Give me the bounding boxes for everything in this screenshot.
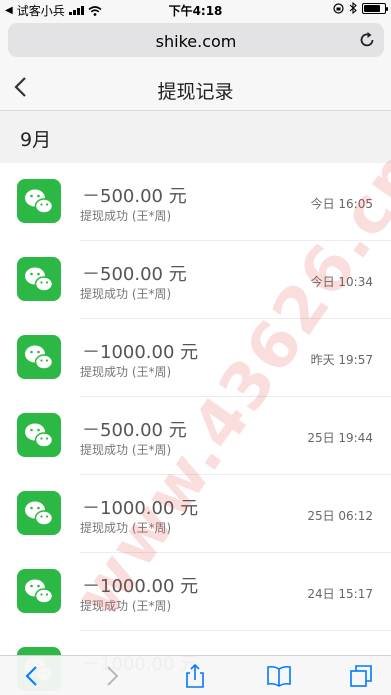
list-item[interactable]: －500.00 元 提现成功 (王*周) 25日 19:44 [0,397,391,475]
list-item[interactable]: －1000.00 元 提现成功 (王*周) 24日 15:17 [0,553,391,631]
record-status: 提现成功 (王*周) [80,287,172,301]
record-status: 提现成功 (王*周) [80,209,172,223]
record-amount: －500.00 元 [82,264,187,285]
record-amount: －500.00 元 [82,186,187,207]
browser-address-area: shike.com [0,18,391,64]
page-title: 提现记录 [157,81,234,103]
battery-icon [362,2,388,14]
browser-toolbar [0,655,391,695]
status-bar: ◀ 试客小兵 下午4:18 [0,0,391,18]
record-status: 提现成功 (王*周) [80,599,172,613]
record-time: 昨天 19:57 [310,353,373,367]
wechat-icon [17,413,61,457]
app-header: 提现记录 [0,64,391,111]
status-right [333,2,388,14]
record-time: 24日 15:17 [307,587,373,601]
record-time: 今日 10:34 [310,275,373,289]
browser-forward-button[interactable] [98,663,124,689]
bookmarks-button[interactable] [266,663,292,689]
record-time: 25日 06:12 [307,509,373,523]
month-heading: 9月 [20,129,52,151]
tabs-icon [350,665,372,687]
browser-back-button[interactable] [20,663,46,689]
wechat-icon [17,257,61,301]
record-time: 今日 16:05 [310,197,373,211]
share-button[interactable] [182,663,208,689]
record-amount: －1000.00 元 [82,576,199,597]
wechat-icon [17,179,61,223]
record-status: 提现成功 (王*周) [80,521,172,535]
reload-icon[interactable] [358,31,376,49]
book-icon [267,665,291,687]
share-icon [186,663,204,688]
record-status: 提现成功 (王*周) [80,443,172,457]
list-item[interactable]: －1000.00 元 提现成功 (王*周) 昨天 19:57 [0,319,391,397]
url-field[interactable]: shike.com [8,23,384,57]
list-item[interactable]: －500.00 元 提现成功 (王*周) 今日 10:34 [0,241,391,319]
bluetooth-icon [349,2,357,14]
record-amount: －1000.00 元 [82,498,199,519]
record-amount: －500.00 元 [82,420,187,441]
orientation-lock-icon [333,2,344,14]
wechat-icon [17,569,61,613]
list-item[interactable]: －1000.00 元 提现成功 (王*周) 25日 06:12 [0,475,391,553]
tabs-button[interactable] [348,663,374,689]
wechat-icon [17,491,61,535]
record-time: 25日 19:44 [307,431,373,445]
record-status: 提现成功 (王*周) [80,365,172,379]
chevron-right-icon [107,666,119,686]
record-amount: －1000.00 元 [82,342,199,363]
url-text: shike.com [155,32,237,51]
list-item[interactable]: －500.00 元 提现成功 (王*周) 今日 16:05 [0,163,391,241]
chevron-left-icon [25,666,37,686]
withdrawal-list: －500.00 元 提现成功 (王*周) 今日 16:05 －500.00 元 … [0,163,391,695]
wechat-icon [17,335,61,379]
